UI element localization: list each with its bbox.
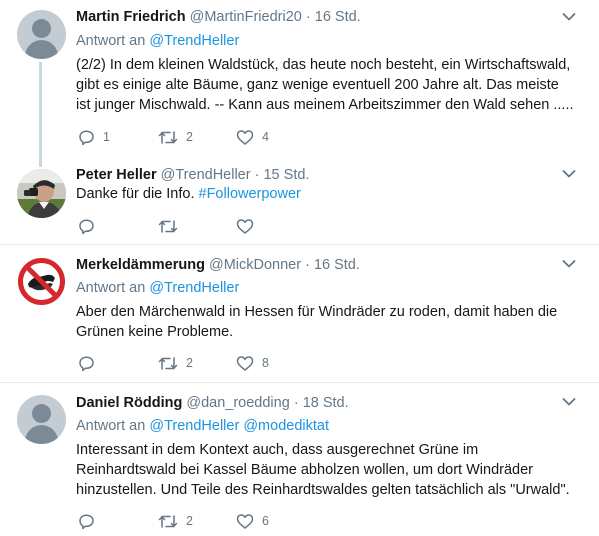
default-avatar-head [32, 404, 51, 423]
separator-dot: · [305, 9, 311, 25]
reply-to-link-2[interactable]: @modediktat [243, 418, 329, 434]
timestamp[interactable]: 16 Std. [314, 257, 360, 273]
separator-dot: · [254, 167, 260, 183]
retweet-count: 2 [186, 514, 193, 528]
retweet-button[interactable]: 2 [158, 511, 193, 531]
default-avatar-body [25, 425, 58, 444]
heart-icon [236, 513, 254, 529]
avatar[interactable] [17, 10, 66, 59]
avatar[interactable] [17, 395, 66, 444]
default-avatar-body [25, 40, 58, 59]
reply-prefix: Antwort an [76, 418, 146, 434]
chevron-down-icon[interactable] [562, 169, 576, 179]
reply-context: Antwort an @TrendHeller [76, 279, 239, 297]
timestamp[interactable]: 18 Std. [303, 395, 349, 411]
like-button[interactable]: 6 [236, 511, 269, 531]
tweet-text: Aber den Märchenwald in Hessen für Windr… [76, 304, 558, 340]
like-count: 4 [262, 130, 269, 144]
thread-connector-line [39, 159, 42, 167]
reply-button[interactable] [78, 216, 95, 236]
like-button[interactable]: 8 [236, 353, 269, 373]
retweet-count: 2 [186, 356, 193, 370]
reply-to-link[interactable]: @TrendHeller [149, 33, 239, 49]
heart-icon [236, 129, 254, 145]
avatar[interactable] [17, 169, 66, 218]
tweet-text-plain: Danke für die Info. [76, 186, 199, 202]
default-avatar-head [32, 19, 51, 38]
retweet-button[interactable]: 2 [158, 127, 193, 147]
tweet-text: (2/2) In dem kleinen Waldstück, das heut… [76, 57, 574, 113]
thread-connector-line [39, 62, 42, 159]
like-button[interactable] [236, 216, 254, 236]
reply-button[interactable] [78, 511, 95, 531]
author-handle[interactable]: @dan_roedding [186, 395, 289, 411]
tweet-text: Danke für die Info. #Followerpower [76, 184, 576, 204]
photo-avatar-icon [17, 169, 66, 218]
separator-dot: · [293, 395, 299, 411]
retweet-button[interactable]: 2 [158, 353, 193, 373]
author-handle[interactable]: @TrendHeller [161, 167, 251, 183]
tweet-peter-heller[interactable]: Peter Heller @TrendHeller · 15 Std. Dank… [0, 159, 599, 245]
hashtag-link[interactable]: #Followerpower [199, 186, 301, 202]
heart-icon [236, 355, 254, 371]
tweet-merkeldaemmerung[interactable]: Merkeldämmerung @MickDonner · 16 Std. An… [0, 245, 599, 382]
reply-icon [79, 129, 94, 145]
tweet-header: Martin Friedrich @MartinFriedri20 · 16 S… [76, 8, 361, 26]
author-handle[interactable]: @MickDonner [209, 257, 301, 273]
retweet-icon [158, 514, 178, 528]
timestamp[interactable]: 15 Std. [263, 167, 309, 183]
reply-icon [79, 355, 94, 371]
tweet-header: Peter Heller @TrendHeller · 15 Std. [76, 166, 309, 184]
author-name[interactable]: Merkeldämmerung [76, 257, 205, 273]
retweet-icon [158, 356, 178, 370]
tweet-martin-friedrich[interactable]: Martin Friedrich @MartinFriedri20 · 16 S… [0, 0, 599, 159]
retweet-count: 2 [186, 130, 193, 144]
tweet-header: Merkeldämmerung @MickDonner · 16 Std. [76, 256, 360, 274]
reply-button[interactable]: 1 [78, 127, 110, 147]
separator-dot: · [305, 257, 310, 273]
reply-icon [79, 218, 94, 234]
like-button[interactable]: 4 [236, 127, 269, 147]
reply-prefix: Antwort an [76, 33, 146, 49]
author-name[interactable]: Daniel Rödding [76, 395, 182, 411]
retweet-icon [158, 219, 178, 233]
author-name[interactable]: Martin Friedrich [76, 9, 186, 25]
tweet-text: Interessant in dem Kontext auch, dass au… [76, 442, 570, 498]
reply-context: Antwort an @TrendHeller @modediktat [76, 417, 329, 435]
like-count: 8 [262, 356, 269, 370]
like-count: 6 [262, 514, 269, 528]
tweet-header: Daniel Rödding @dan_roedding · 18 Std. [76, 394, 349, 412]
reply-count: 1 [103, 130, 110, 144]
timestamp[interactable]: 16 Std. [315, 9, 361, 25]
retweet-button[interactable] [158, 216, 178, 236]
chevron-down-icon[interactable] [562, 397, 576, 407]
chevron-down-icon[interactable] [562, 259, 576, 269]
retweet-icon [158, 130, 178, 144]
prohibition-sign-icon [18, 258, 65, 305]
tweet-daniel-roedding[interactable]: Daniel Rödding @dan_roedding · 18 Std. A… [0, 383, 599, 536]
avatar[interactable] [17, 257, 66, 306]
reply-button[interactable] [78, 353, 95, 373]
chevron-down-icon[interactable] [562, 12, 576, 22]
heart-icon [236, 218, 254, 234]
reply-context: Antwort an @TrendHeller [76, 32, 239, 50]
author-name[interactable]: Peter Heller [76, 167, 157, 183]
reply-to-link[interactable]: @TrendHeller [149, 280, 239, 296]
reply-icon [79, 513, 94, 529]
reply-prefix: Antwort an [76, 280, 146, 296]
reply-to-link[interactable]: @TrendHeller [149, 418, 239, 434]
author-handle[interactable]: @MartinFriedri20 [190, 9, 302, 25]
